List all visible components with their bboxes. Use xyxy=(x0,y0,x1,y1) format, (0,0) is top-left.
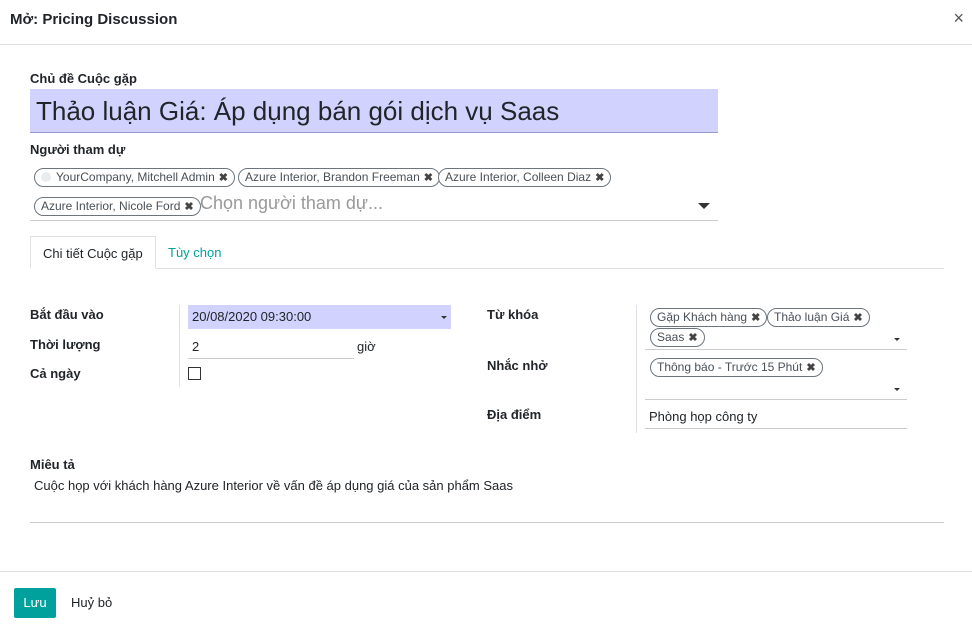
location-input[interactable]: Phòng họp công ty xyxy=(649,409,757,424)
remove-icon[interactable]: ✖ xyxy=(751,312,760,324)
description-input[interactable]: Cuộc họp với khách hàng Azure Interior v… xyxy=(34,478,513,493)
chevron-down-icon[interactable] xyxy=(698,203,710,209)
subject-label: Chủ đề Cuộc gặp xyxy=(30,71,137,86)
subject-input[interactable]: Thảo luận Giá: Áp dụng bán gói dịch vụ S… xyxy=(30,89,718,133)
description-underline xyxy=(30,522,944,523)
modal-title: Mở: Pricing Discussion xyxy=(10,11,178,28)
location-underline xyxy=(645,428,907,429)
attendee-tag-label: Azure Interior, Nicole Ford xyxy=(41,199,181,213)
chevron-down-icon[interactable] xyxy=(894,388,900,391)
tab-options[interactable]: Tùy chọn xyxy=(156,236,233,269)
attendee-search-input[interactable]: Chọn người tham dự... xyxy=(200,193,383,214)
attendee-tag-label: YourCompany, Mitchell Admin xyxy=(56,170,215,184)
keyword-tag-label: Gặp Khách hàng xyxy=(657,310,748,324)
reminder-tag: Thông báo - Trước 15 Phút ✖ xyxy=(650,358,823,377)
tags-underline xyxy=(645,349,907,350)
modal-header: Mở: Pricing Discussion × xyxy=(0,0,972,45)
tab-meeting-details[interactable]: Chi tiết Cuộc gặp xyxy=(30,236,156,269)
start-label: Bắt đầu vào xyxy=(30,307,104,322)
keyword-tag: Saas ✖ xyxy=(650,328,705,347)
save-button[interactable]: Lưu xyxy=(14,588,56,618)
attendees-underline xyxy=(30,220,718,221)
duration-input[interactable]: 2 xyxy=(192,339,199,354)
attendees-label: Người tham dự xyxy=(30,142,126,157)
avatar xyxy=(41,172,51,182)
duration-unit: giờ xyxy=(357,339,376,354)
remove-icon[interactable]: ✖ xyxy=(806,362,815,374)
chevron-down-icon[interactable] xyxy=(894,338,900,341)
reminders-label: Nhắc nhở xyxy=(487,358,548,373)
attendee-tag: Azure Interior, Nicole Ford ✖ xyxy=(34,197,201,216)
remove-icon[interactable]: ✖ xyxy=(184,201,193,213)
keyword-tag-label: Thảo luận Giá xyxy=(774,310,850,324)
duration-label: Thời lượng xyxy=(30,337,101,352)
attendee-tag-label: Azure Interior, Brandon Freeman xyxy=(245,170,420,184)
column-divider xyxy=(179,305,180,387)
close-icon[interactable]: × xyxy=(953,8,964,28)
keyword-tag-label: Saas xyxy=(657,330,685,344)
attendee-tag: Azure Interior, Brandon Freeman ✖ xyxy=(238,168,440,187)
duration-underline xyxy=(188,358,354,359)
remove-icon[interactable]: ✖ xyxy=(853,312,862,324)
start-date-field[interactable]: 20/08/2020 09:30:00 xyxy=(188,305,451,329)
tags-label: Từ khóa xyxy=(487,307,539,322)
footer-divider xyxy=(0,571,972,572)
attendee-tag: YourCompany, Mitchell Admin ✖ xyxy=(34,168,235,187)
allday-checkbox[interactable] xyxy=(188,367,201,380)
remove-icon[interactable]: ✖ xyxy=(595,172,604,184)
keyword-tag: Thảo luận Giá ✖ xyxy=(767,308,870,327)
reminder-tag-label: Thông báo - Trước 15 Phút xyxy=(657,360,803,374)
description-label: Miêu tả xyxy=(30,457,75,472)
remove-icon[interactable]: ✖ xyxy=(219,172,228,184)
remove-icon[interactable]: ✖ xyxy=(424,172,433,184)
keyword-tag: Gặp Khách hàng ✖ xyxy=(650,308,768,327)
location-label: Địa điểm xyxy=(487,407,542,422)
allday-label: Cả ngày xyxy=(30,366,81,381)
column-divider xyxy=(636,305,637,433)
attendee-tag-label: Azure Interior, Colleen Diaz xyxy=(445,170,592,184)
chevron-down-icon[interactable] xyxy=(441,316,447,319)
cancel-button[interactable]: Huỷ bỏ xyxy=(71,588,112,618)
remove-icon[interactable]: ✖ xyxy=(688,332,697,344)
attendee-tag: Azure Interior, Colleen Diaz ✖ xyxy=(438,168,612,187)
reminders-underline xyxy=(645,399,907,400)
